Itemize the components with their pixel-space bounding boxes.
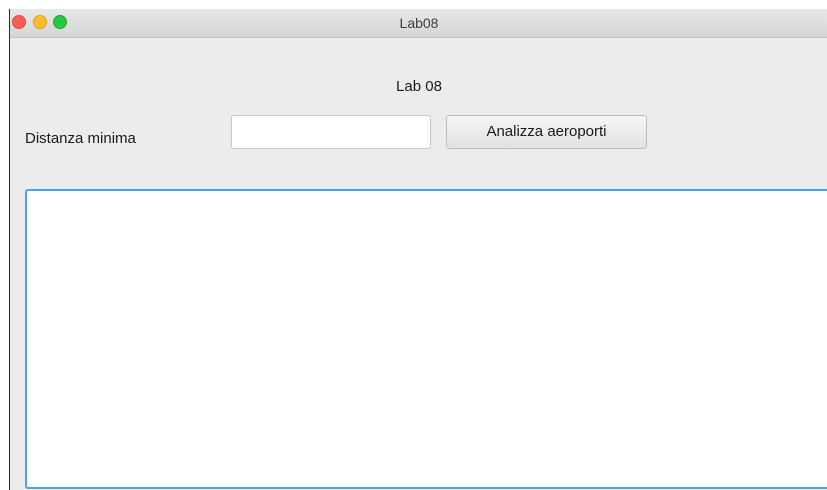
- distance-label: Distanza minima: [25, 130, 136, 147]
- close-window-button[interactable]: [12, 15, 26, 29]
- maximize-window-button[interactable]: [53, 15, 67, 29]
- result-text-area[interactable]: [25, 189, 827, 489]
- analyze-airports-button[interactable]: Analizza aeroporti: [446, 115, 647, 149]
- title-bar[interactable]: Lab08: [10, 9, 827, 38]
- minimize-window-button[interactable]: [33, 15, 47, 29]
- distance-input[interactable]: [231, 115, 431, 149]
- page-title: Lab 08: [396, 78, 442, 95]
- app-window: Lab08 Lab 08 Distanza minima Analizza ae…: [9, 9, 827, 490]
- window-title: Lab08: [399, 15, 439, 31]
- main-content: Lab 08 Distanza minima Analizza aeroport…: [10, 38, 827, 490]
